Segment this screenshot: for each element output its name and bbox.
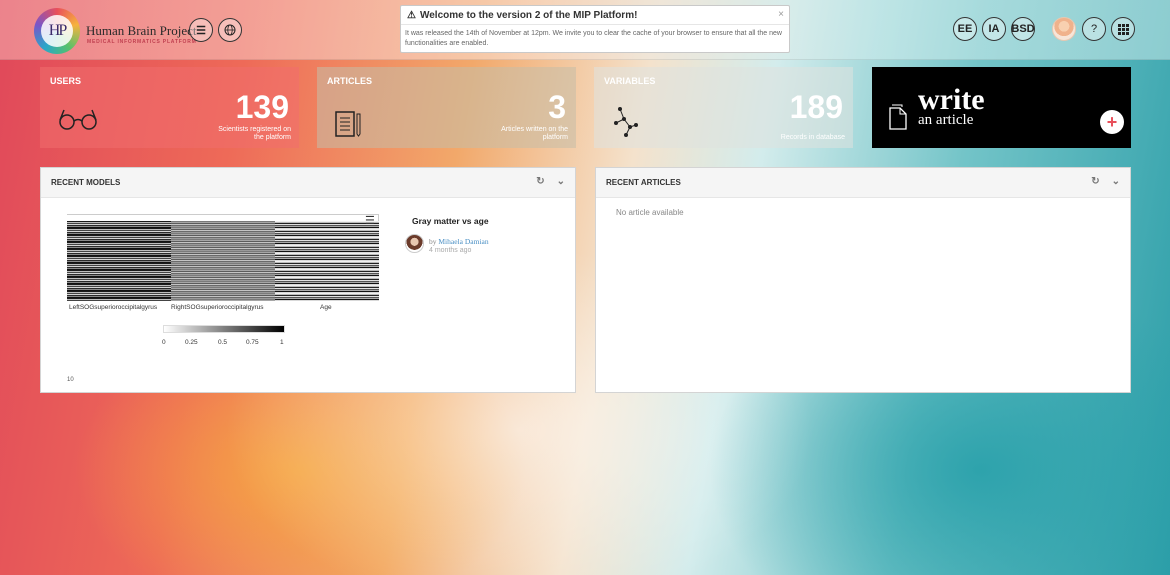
logo-letters: HP — [41, 15, 73, 47]
refresh-icon[interactable]: ↻ — [1091, 176, 1099, 187]
articles-card-title: ARTICLES — [327, 76, 372, 86]
help-button[interactable]: ? — [1082, 17, 1106, 41]
by-label: by — [429, 237, 437, 246]
articles-card[interactable]: ARTICLES 3 Articles written on the platf… — [317, 67, 576, 148]
grid-icon — [1117, 23, 1129, 35]
chart-menu-icon[interactable]: ☰ — [365, 214, 375, 227]
brand-subtitle: MEDICAL INFORMATICS PLATFORM — [87, 39, 197, 45]
welcome-notification: ⚠ Welcome to the version 2 of the MIP Pl… — [400, 5, 790, 53]
variables-card[interactable]: VARIABLES 189 Records in database — [594, 67, 853, 148]
network-icon — [614, 107, 638, 137]
menu-button[interactable]: ☰ — [189, 18, 213, 42]
recent-articles-panel: RECENT ARTICLES ↻ ⌄ No article available — [595, 167, 1131, 393]
color-scale-bar — [163, 325, 285, 333]
chevron-down-icon[interactable]: ⌄ — [1112, 176, 1120, 187]
user-avatar[interactable] — [1052, 17, 1076, 41]
heatmap-column-1 — [67, 221, 171, 301]
cut-off-label: 10 — [67, 377, 74, 383]
author-avatar — [405, 234, 424, 253]
scale-tick: 0 — [162, 339, 166, 346]
scale-tick: 0.75 — [246, 339, 259, 346]
notification-body: It was released the 14th of November at … — [405, 30, 782, 47]
write-subheading: an article — [918, 112, 974, 128]
heatmap-column-2 — [171, 221, 275, 301]
users-caption: Scientists registered on the platform — [218, 126, 291, 141]
author-link[interactable]: Mihaela Damian — [438, 237, 488, 246]
users-card-title: USERS — [50, 76, 82, 86]
users-card[interactable]: USERS 139 Scientists registered on the p… — [40, 67, 299, 148]
user-button-bsd[interactable]: BSD — [1011, 17, 1035, 41]
heatmap-label-left: LeftSOGsuperioroccipitalgyrus — [69, 304, 158, 311]
notification-title: Welcome to the version 2 of the MIP Plat… — [419, 9, 638, 21]
empty-articles-message: No article available — [616, 208, 684, 217]
language-button[interactable] — [218, 18, 242, 42]
recent-articles-header: RECENT ARTICLES ↻ ⌄ — [596, 168, 1130, 198]
warning-icon: ⚠ — [407, 9, 416, 21]
users-count: 139 — [235, 89, 289, 125]
recent-articles-title: RECENT ARTICLES — [606, 178, 681, 187]
close-icon[interactable]: × — [778, 9, 784, 20]
variables-count: 189 — [789, 89, 843, 125]
heatmap-chart — [67, 214, 379, 301]
recent-models-title: RECENT MODELS — [51, 178, 121, 187]
notepad-icon — [335, 111, 361, 137]
scale-tick: 0.5 — [218, 339, 228, 346]
hamburger-icon: ☰ — [196, 24, 206, 37]
model-timestamp: 4 months ago — [429, 247, 472, 254]
recent-models-panel: RECENT MODELS ↻ ⌄ ☰ LeftSOGsuperioroccipi… — [40, 167, 576, 393]
model-title-link[interactable]: Gray matter vs age — [412, 216, 489, 226]
document-icon — [889, 104, 907, 130]
user-button-ia[interactable]: IA — [982, 17, 1006, 41]
apps-button[interactable] — [1111, 17, 1135, 41]
heatmap-label-right: RightSOGsuperioroccipitalgyrus — [171, 304, 264, 311]
variables-caption: Records in database — [780, 134, 845, 141]
glasses-icon — [59, 109, 97, 130]
scale-tick: 0.25 — [185, 339, 198, 346]
globe-icon — [224, 24, 236, 36]
model-author-line: by Mihaela Damian — [429, 237, 489, 246]
hbp-logo[interactable]: HP — [34, 8, 80, 54]
user-button-ee[interactable]: EE — [953, 17, 977, 41]
notification-header: ⚠ Welcome to the version 2 of the MIP Pl… — [401, 6, 789, 25]
recent-models-header: RECENT MODELS ↻ ⌄ — [41, 168, 575, 198]
refresh-icon[interactable]: ↻ — [536, 176, 544, 187]
heatmap-label-age: Age — [320, 304, 332, 311]
chevron-down-icon[interactable]: ⌄ — [557, 176, 565, 187]
variables-card-title: VARIABLES — [604, 76, 656, 86]
articles-count: 3 — [548, 89, 566, 125]
articles-caption: Articles written on the platform — [501, 126, 568, 141]
write-article-card[interactable]: write an article + — [872, 67, 1131, 148]
brand-title: Human Brain Project — [86, 23, 197, 38]
scale-tick: 1 — [280, 339, 284, 346]
add-article-button[interactable]: + — [1100, 110, 1124, 134]
heatmap-column-3 — [275, 221, 379, 301]
